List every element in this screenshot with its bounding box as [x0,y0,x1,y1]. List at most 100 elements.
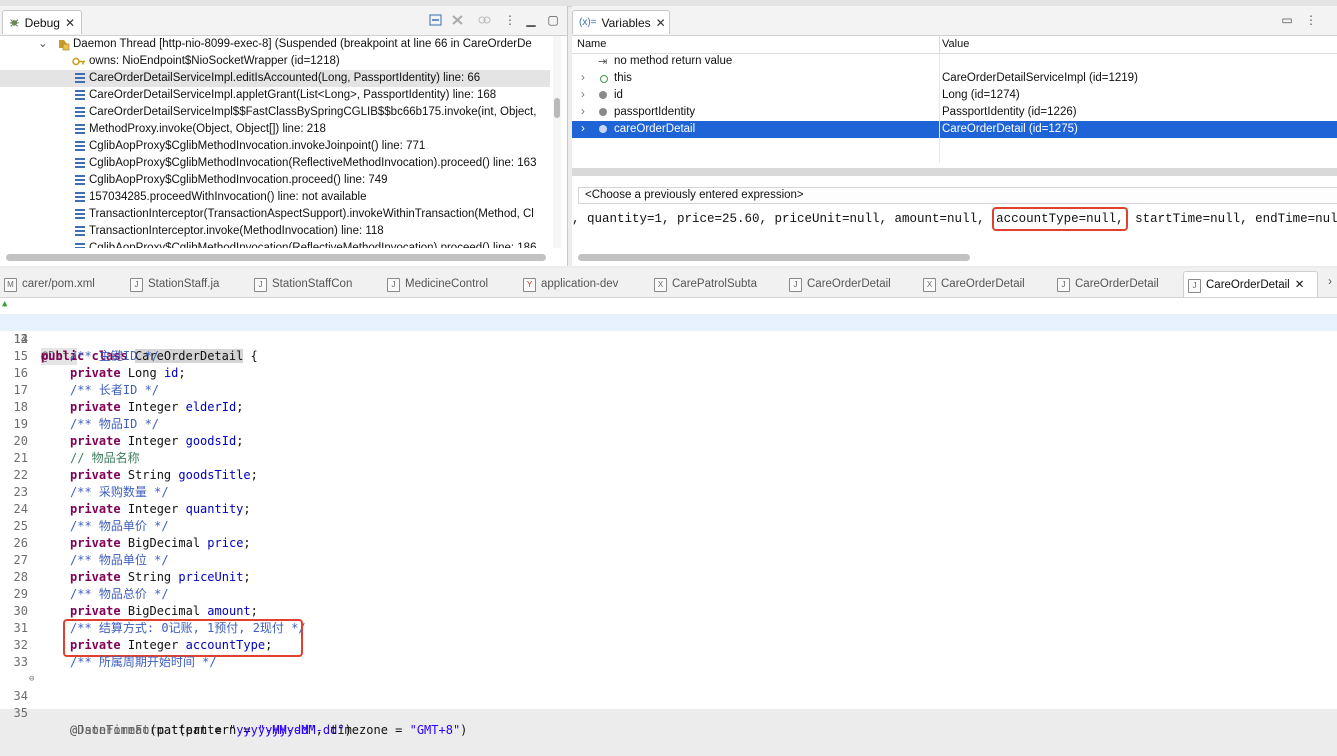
editor-tab[interactable]: J StationStaffCon [250,271,352,297]
line-number: 33 [13,655,28,669]
code-text: , timezone = [315,723,410,737]
chevron-right-icon[interactable]: › [581,70,585,87]
variable-row[interactable]: › id Long (id=1274) [572,87,1337,104]
detail-pane[interactable]: , quantity=1, price=25.60, priceUnit=nul… [572,206,1337,232]
local-variable-icon [599,108,607,116]
stack-frame-icon [75,192,85,202]
editor-tab-label: StationStaff.ja [148,278,220,290]
field-name: id [163,366,179,380]
variables-horizontal-scrollbar[interactable] [572,168,1337,176]
fold-icon[interactable]: ⊖ [29,671,34,688]
stack-frame-row[interactable]: TransactionInterceptor.invoke(MethodInvo… [0,223,550,240]
variable-row[interactable]: › this CareOrderDetailServiceImpl (id=12… [572,70,1337,87]
line-number: 21 [13,451,28,465]
doc-comment: /** 主键ID */ [70,349,160,363]
debug-horizontal-scrollbar[interactable] [6,254,546,261]
more-tabs-icon[interactable]: › [1328,274,1332,288]
code-line: 25 /** 物品单价 */ [0,518,1337,535]
thread-suspended-icon [59,40,70,51]
tab-debug[interactable]: Debug ✕ [2,10,82,34]
collapse-icon[interactable]: ▭ [1280,14,1294,27]
close-icon[interactable]: ✕ [65,16,75,30]
detail-horizontal-scrollbar[interactable] [578,254,970,261]
editor-tab[interactable]: X CarePatrolSubta [650,271,757,297]
minimize-icon[interactable]: ▁ [524,14,538,27]
java-file-icon: J [1188,279,1201,293]
close-icon[interactable]: ✕ [656,16,666,30]
keyword: private [70,366,121,380]
collapse-all-icon[interactable] [428,14,442,27]
code-text: (pattern = [149,723,229,737]
view-menu-icon[interactable]: ⋮ [503,14,517,27]
variable-value: CareOrderDetail (id=1275) [942,123,1078,135]
editor-tab-active[interactable]: J CareOrderDetail ✕ [1183,271,1318,297]
chevron-right-icon[interactable]: › [581,104,585,121]
string-literal: "yyyy-MM-dd" [228,723,316,737]
stack-frame-row[interactable]: CglibAopProxy$CglibMethodInvocation(Refl… [0,240,550,248]
variable-row-selected[interactable]: › careOrderDetail CareOrderDetail (id=12… [572,121,1337,138]
stack-frame-row[interactable]: CglibAopProxy$CglibMethodInvocation.proc… [0,172,550,189]
stack-frame-icon [75,226,85,236]
editor-tab[interactable]: J CareOrderDetail [785,271,891,297]
stack-frame-label: 157034285.proceedWithInvocation() line: … [89,191,367,203]
stack-frame-row[interactable]: MethodProxy.invoke(Object, Object[]) lin… [0,121,550,138]
stack-frame-row[interactable]: CareOrderDetailServiceImpl.editIsAccount… [0,70,550,87]
close-icon[interactable]: ✕ [1295,279,1305,291]
chevron-down-icon[interactable]: ⌄ [38,36,48,53]
stack-frame-row[interactable]: CareOrderDetailServiceImpl.appletGrant(L… [0,87,550,104]
code-line: 19 /** 物品ID */ [0,416,1337,433]
line-number: 29 [13,587,28,601]
code-line: 29 /** 物品总价 */ [0,586,1337,603]
editor-tab[interactable]: J CareOrderDetail [1053,271,1159,297]
code-line: 16 private Long id; [0,365,1337,382]
editor-tab-label: CarePatrolSubta [672,278,758,290]
keyword: private [70,570,121,584]
owns-label: owns: NioEndpoint$NioSocketWrapper (id=1… [89,55,340,67]
debug-vertical-scrollbar[interactable] [553,36,561,248]
column-value-header[interactable]: Value [942,38,969,50]
doc-comment: /** 采购数量 */ [70,485,169,499]
line-number: 23 [13,485,28,499]
chevron-right-icon[interactable]: › [581,87,585,104]
code-area[interactable]: ▲ 12 @Data 13 public class CareOrderDeta… [0,297,1337,737]
variable-name: careOrderDetail [614,123,696,135]
editor-tab[interactable]: Yapplication-dev [519,271,618,297]
stack-frame-label: CglibAopProxy$CglibMethodInvocation(Refl… [89,157,537,169]
highlighted-account-type: accountType=null, [992,207,1128,231]
code-line: 34 ⊖ @DateTimeFormat(pattern = "yyyy-MM-… [0,671,1337,737]
editor-tab[interactable]: J StationStaff.ja [126,271,219,297]
variable-row[interactable]: ⇥ no method return value [572,53,1337,70]
stack-frame-row[interactable]: CareOrderDetailServiceImpl$$FastClassByS… [0,104,550,121]
stack-frame-row[interactable]: TransactionInterceptor(TransactionAspect… [0,206,550,223]
variable-row[interactable]: › passportIdentity PassportIdentity (id=… [572,104,1337,121]
variable-name: this [614,72,632,84]
field-icon [600,75,608,83]
column-name-header[interactable]: Name [577,38,606,50]
editor-tab[interactable]: Mcarer/pom.xml [0,271,95,297]
editor-tab[interactable]: J MedicineControl [383,271,488,297]
stack-frame-row[interactable]: 157034285.proceedWithInvocation() line: … [0,189,550,206]
maximize-icon[interactable]: ▢ [546,14,560,27]
column-divider[interactable] [939,36,940,53]
variable-name: no method return value [614,55,733,67]
column-divider [939,53,940,163]
variable-value: PassportIdentity (id=1226) [942,106,1077,118]
editor-tab[interactable]: X CareOrderDetail [919,271,1025,297]
view-menu-icon[interactable]: ⋮ [1304,14,1318,27]
doc-comment: /** 物品ID */ [70,417,160,431]
tab-variables[interactable]: (x)= Variables ✕ [572,10,670,34]
keyword: private [70,468,121,482]
link-icon[interactable] [477,14,491,27]
remove-terminated-icon[interactable] [450,14,464,27]
chevron-right-icon[interactable]: › [581,121,585,138]
expression-combo[interactable]: <Choose a previously entered expression> [578,187,1337,204]
java-file-icon: J [130,278,143,292]
line-number: 31 [13,621,28,635]
stack-frame-row[interactable]: CglibAopProxy$CglibMethodInvocation(Refl… [0,155,550,172]
stack-frame-row[interactable]: CglibAopProxy$CglibMethodInvocation.invo… [0,138,550,155]
owns-row[interactable]: owns: NioEndpoint$NioSocketWrapper (id=1… [0,53,550,70]
thread-row[interactable]: ⌄ Daemon Thread [http-nio-8099-exec-8] (… [0,36,550,53]
code-text: ) [460,723,468,737]
stack-frame-icon [75,90,85,100]
debug-scroll-thumb[interactable] [554,98,560,118]
